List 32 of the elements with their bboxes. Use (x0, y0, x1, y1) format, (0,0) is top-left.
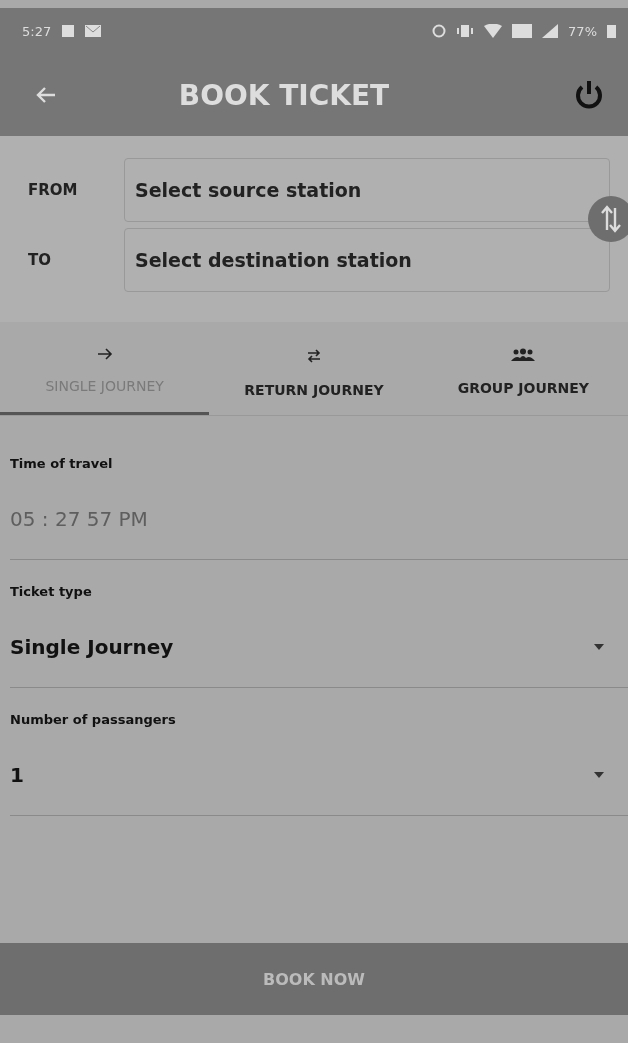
field-label: Time of travel (10, 456, 114, 471)
dropdown-caret-icon (594, 644, 604, 650)
field-label: Ticket type (10, 584, 93, 599)
station-label: TO (28, 251, 52, 269)
network-icon (512, 24, 533, 38)
back-arrow-icon[interactable] (36, 86, 56, 104)
arrow-right-icon (96, 348, 113, 360)
swap-stations-icon[interactable] (588, 196, 628, 242)
dropdown-field[interactable]: 1 (10, 727, 628, 807)
dropdown-value: Single Journey (10, 635, 174, 659)
vibrate-icon (456, 24, 475, 38)
dropdown-caret-icon (594, 772, 604, 778)
signal-icon (542, 24, 559, 38)
station-field[interactable]: Select source station (124, 158, 610, 222)
group-icon (510, 348, 537, 362)
time-field[interactable]: 05 : 27 57 PM (10, 471, 310, 551)
battery-percent: 77% (568, 23, 597, 39)
swap-arrows-icon (306, 348, 322, 364)
field-label: Number of passangers (10, 712, 177, 727)
station-label: FROM (28, 181, 79, 199)
dropdown-value: 1 (10, 763, 24, 787)
status-time: 5:27 (22, 23, 52, 39)
journey-tab[interactable]: RETURN JOURNEY (209, 334, 419, 415)
wifi-icon (484, 24, 503, 38)
battery-icon (607, 24, 616, 38)
alarm-icon (432, 24, 447, 38)
notification-icon (61, 24, 76, 38)
journey-tab[interactable]: GROUP JOURNEY (418, 334, 628, 415)
station-field[interactable]: Select destination station (124, 228, 610, 292)
mail-icon (85, 25, 102, 37)
screen-title: BOOK TICKET (177, 78, 391, 112)
dropdown-field[interactable]: Single Journey (10, 599, 628, 679)
